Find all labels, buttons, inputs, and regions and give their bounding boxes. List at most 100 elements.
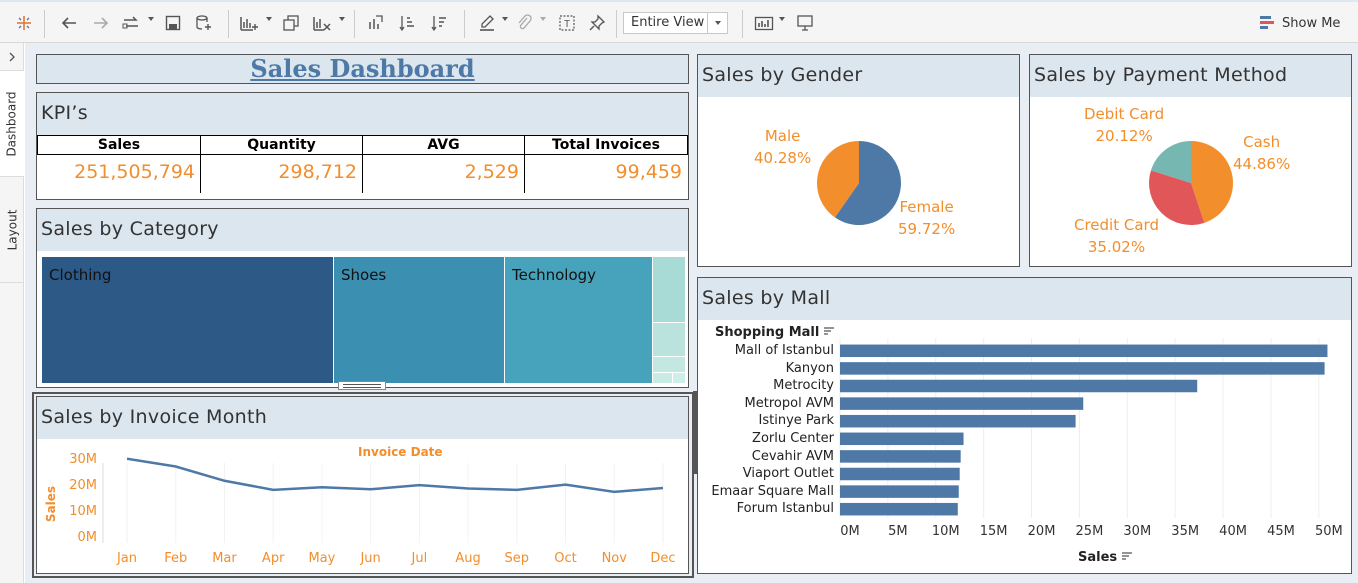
mall-x-axis-title: Sales — [1078, 550, 1133, 565]
mall-bar[interactable] — [840, 450, 961, 463]
male-pct: 40.28% — [754, 149, 812, 167]
treemap-cell-clothing[interactable]: Clothing — [42, 257, 333, 383]
group-members-icon[interactable] — [513, 12, 535, 34]
swap-icon[interactable] — [120, 12, 142, 34]
tableau-logo-icon[interactable] — [13, 12, 35, 34]
payment-label-cash: Cash 44.86% — [1233, 131, 1290, 175]
treemap-cell-other[interactable] — [652, 257, 685, 322]
line-chart — [102, 457, 664, 543]
chevron-down-icon[interactable] — [540, 16, 546, 22]
expand-panel-icon[interactable] — [0, 43, 24, 71]
sort-icon[interactable] — [1121, 550, 1133, 565]
duplicate-icon[interactable] — [280, 12, 302, 34]
svg-text:T: T — [564, 19, 570, 30]
resize-handle[interactable] — [338, 381, 386, 390]
debit-label: Debit Card — [1084, 105, 1165, 123]
category-title: Sales by Category — [37, 209, 688, 251]
month-panel[interactable]: Sales by Invoice Month Invoice Date Sale… — [36, 396, 689, 574]
mall-bar[interactable] — [840, 414, 1076, 428]
mall-bar[interactable] — [840, 502, 958, 516]
chevron-down-icon[interactable] — [148, 16, 154, 22]
cash-label: Cash — [1243, 133, 1281, 151]
mall-bar[interactable] — [840, 344, 1328, 358]
x-tick-label: 40M — [1219, 524, 1247, 539]
x-tick-label: 35M — [1171, 524, 1200, 539]
mall-bar[interactable] — [840, 362, 1325, 375]
mall-panel[interactable]: Sales by Mall Shopping Mall Mall of Ista… — [697, 277, 1352, 574]
x-tick-label: Jul — [411, 551, 428, 566]
x-tick-label: May — [308, 551, 336, 566]
kpi-value-sales: 251,505,794 — [74, 161, 195, 183]
tab-dashboard-label: Dashboard — [5, 90, 20, 157]
tab-dashboard[interactable]: Dashboard — [0, 71, 24, 177]
mall-bar[interactable] — [840, 397, 1084, 410]
toolbar: T Entire View Show Me — [0, 0, 1358, 43]
dashboard-title-box: Sales Dashboard — [36, 54, 689, 84]
kpi-value-avg: 2,529 — [362, 155, 525, 193]
category-panel[interactable]: Sales by Category Clothing Shoes Technol… — [36, 208, 689, 388]
x-tick-label: 45M — [1267, 524, 1295, 539]
add-datasource-icon[interactable] — [193, 12, 215, 34]
x-tick-label: Nov — [601, 551, 627, 566]
mall-bar[interactable] — [840, 379, 1198, 393]
fit-view-dropdown[interactable]: Entire View — [623, 12, 728, 34]
x-tick-label: 0M — [840, 524, 860, 539]
kpi-title: KPI’s — [37, 93, 688, 135]
share-screen-icon[interactable] — [794, 12, 816, 34]
dashboard-title: Sales Dashboard — [250, 54, 475, 83]
x-tick-label: Mar — [212, 551, 237, 566]
treemap-label-shoes: Shoes — [341, 266, 387, 284]
undo-icon[interactable] — [58, 12, 80, 34]
x-tick-label: 30M — [1123, 524, 1152, 539]
mall-bar[interactable] — [840, 467, 960, 481]
show-me-button[interactable]: Show Me — [1260, 12, 1340, 34]
sort-ascending-icon[interactable] — [397, 12, 419, 34]
treemap-cell-other[interactable] — [652, 372, 672, 383]
chevron-down-icon[interactable] — [779, 16, 785, 22]
x-tick-label: Aug — [455, 551, 481, 566]
clear-sheet-icon[interactable] — [310, 12, 334, 34]
cash-pct: 44.86% — [1233, 155, 1291, 173]
sales-line[interactable] — [126, 457, 664, 494]
payment-panel[interactable]: Sales by Payment Method Debit Card 20.12%… — [1029, 54, 1352, 267]
highlight-icon[interactable] — [476, 12, 498, 34]
debit-pct: 20.12% — [1095, 127, 1153, 145]
tab-layout[interactable]: Layout — [0, 177, 24, 283]
mall-bar[interactable] — [840, 485, 959, 498]
new-worksheet-icon[interactable] — [237, 12, 261, 34]
treemap-cell-other[interactable] — [652, 356, 685, 372]
x-tick-label: Apr — [261, 551, 285, 566]
treemap-label-clothing: Clothing — [49, 266, 112, 284]
chevron-down-icon[interactable] — [266, 16, 272, 22]
mall-x-axis-label: Sales — [1078, 550, 1118, 565]
side-panel: Dashboard Layout — [0, 43, 24, 583]
show-me-label: Show Me — [1282, 15, 1341, 31]
labels-icon[interactable]: T — [556, 12, 578, 34]
redo-icon[interactable] — [90, 12, 112, 34]
x-tick-label: Jun — [360, 551, 381, 566]
kpi-header-avg: AVG — [362, 135, 525, 155]
show-me-icon — [1260, 16, 1276, 30]
save-icon[interactable] — [163, 12, 183, 34]
x-tick-label: 15M — [979, 524, 1008, 539]
treemap-cell-other[interactable] — [672, 372, 685, 383]
pin-axes-icon[interactable] — [586, 12, 608, 34]
x-tick-label: 5M — [888, 524, 908, 539]
kpi-value-quantity: 298,712 — [200, 155, 363, 193]
treemap-cell-technology[interactable]: Technology — [504, 257, 652, 383]
chevron-down-icon[interactable] — [502, 16, 508, 22]
chevron-down-icon[interactable] — [339, 16, 345, 22]
kpi-panel[interactable]: KPI’s Sales Quantity AVG Total Invoices … — [36, 92, 689, 200]
gender-pie-chart — [817, 141, 901, 225]
treemap-cell-other[interactable] — [652, 322, 685, 356]
female-pct: 59.72% — [898, 220, 956, 238]
swap-rows-columns-icon[interactable] — [365, 12, 387, 34]
presentation-mode-icon[interactable] — [753, 12, 775, 34]
gender-panel[interactable]: Sales by Gender Male 40.28% Female 59.72% — [697, 54, 1020, 267]
payment-label-credit: Credit Card 35.02% — [1074, 214, 1159, 258]
mall-bar[interactable] — [840, 432, 964, 446]
sort-descending-icon[interactable] — [429, 12, 451, 34]
x-tick-label: 50M — [1314, 524, 1343, 539]
x-tick-label: Jan — [116, 551, 138, 566]
treemap-cell-shoes[interactable]: Shoes — [333, 257, 504, 383]
